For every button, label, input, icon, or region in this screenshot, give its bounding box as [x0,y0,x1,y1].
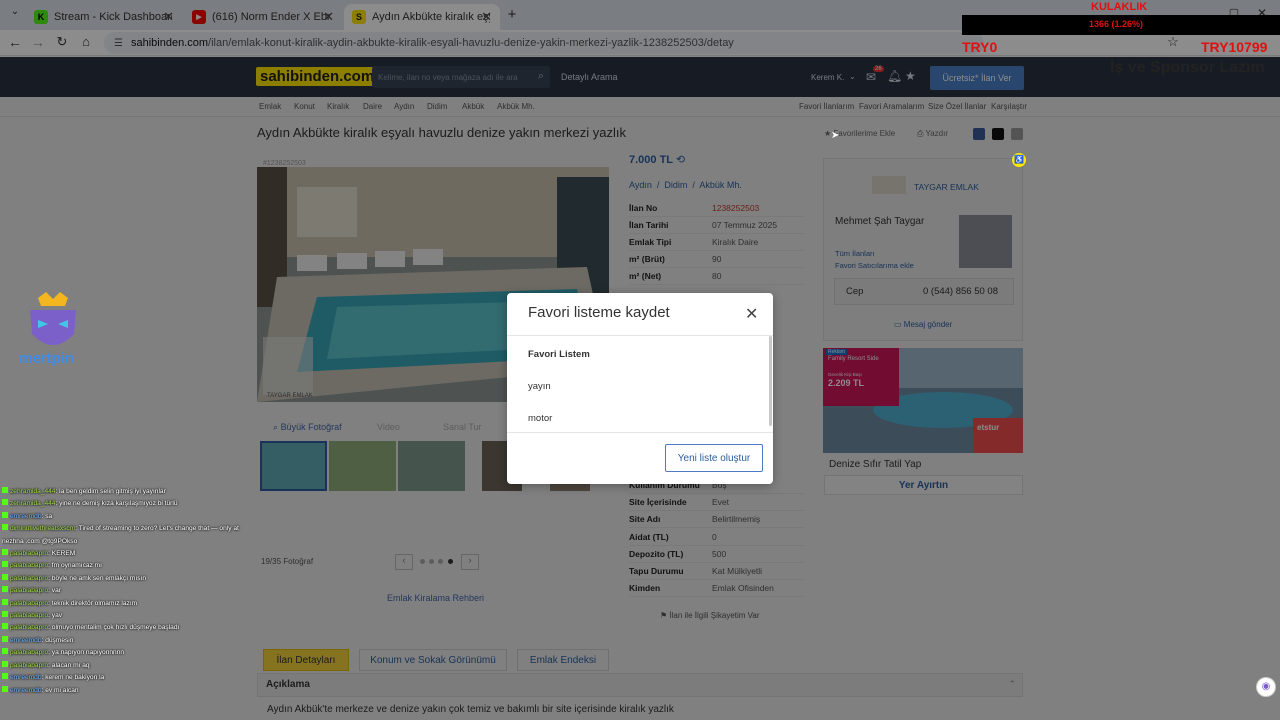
kick-badge-icon [2,635,8,642]
chat-username[interactable]: emreemdb [10,674,42,681]
kick-badge-icon [2,685,8,692]
chat-text: : sa [41,512,53,520]
list-item[interactable]: motor [528,413,552,424]
mertpin-logo: mertpin [16,290,90,374]
chat-username[interactable]: palabiabapro [10,575,48,582]
chat-text: : yav [48,612,63,620]
chat-message: palabiabapro: böyle ne amk sen emlakçı m… [2,573,260,585]
chat-username[interactable]: palabiabapro [10,612,48,619]
app-window: ⌄ K Stream - Kick Dashboard ✕ ▶ (616) No… [0,0,1280,720]
kick-badge-icon [2,623,8,630]
assistant-fab-icon[interactable]: ◉ [1256,677,1276,697]
chat-username[interactable]: zehramida_444 [10,500,55,507]
chat-message: palabiabapro: fm oynamıcaz mı [2,560,260,572]
chat-username[interactable]: palabiabapro [10,624,48,631]
chat-message: diminutivethreatsxscm: Tired of streamin… [2,523,260,548]
chat-username[interactable]: palabiabapro [10,562,48,569]
chat-text: : düşmesin [41,636,74,644]
chat-message: emreemdb: düşmesin [2,635,260,647]
chat-text: : böyle ne amk sen emlakçı mısın [48,574,146,582]
chat-username[interactable]: zehramida_444 [10,488,55,495]
chat-message: zehramida_444: yine ne demiş kıza karşıl… [2,498,260,510]
chat-text: : fm oynamıcaz mı [48,562,103,570]
chat-message: zehramida_444: la ben geldim selin gitmi… [2,486,260,498]
create-list-button[interactable]: Yeni liste oluştur [665,444,763,472]
sponsor-banner: İş ve Sponsor Lazım [1110,59,1265,76]
accessibility-icon[interactable]: ♿ [1012,153,1026,167]
stream-chat: zehramida_444: la ben geldim selin gitmi… [2,486,260,697]
headphone-label: KULAKLIK [1091,1,1148,13]
chat-text: : alacan mı aq [48,661,90,669]
chat-message: palabiabapro: KEREM [2,548,260,560]
chat-text: : kerem ne bakiyon la [41,674,105,682]
list-item[interactable]: Favori Listem [528,349,590,360]
kick-badge-icon [2,648,8,655]
chat-message: palabiabapro: ya napıyon napıyonnnnn [2,647,260,659]
close-icon[interactable]: ✕ [745,304,758,324]
donation-total: TRY10799 [1201,39,1268,55]
kick-badge-icon [2,561,8,568]
chat-username[interactable]: emreemdb [10,637,42,644]
kick-badge-icon [2,673,8,680]
kick-badge-icon [2,573,8,580]
chat-username[interactable]: palabiabapro [10,550,48,557]
kick-badge-icon [2,586,8,593]
mertpin-wordmark: mertpin [19,350,75,367]
kick-badge-icon [2,598,8,605]
chat-message: palabiabapro: alacan mı aq [2,660,260,672]
kick-badge-icon [2,487,8,493]
chat-username[interactable]: palabiabapro [10,662,48,669]
kick-badge-icon [2,511,8,518]
mouse-cursor: ➤ [831,130,840,141]
chat-message: palabiabapro: teknik direktör olmamız la… [2,598,260,610]
chat-username[interactable]: emreemdb [10,513,42,520]
chat-text: : teknik direktör olmamız lazım [48,599,138,607]
chat-username[interactable]: emreemdb [10,687,42,694]
chat-text: : var [48,587,61,595]
kick-badge-icon [2,611,8,618]
chat-username[interactable]: palabiabapro [10,600,48,607]
dialog-title: Favori listeme kaydet [528,304,670,321]
kick-badge-icon [2,549,8,556]
chat-message: palabiabapro: olmuyo mentalim çok hızlı … [2,622,260,634]
favorite-list-dialog: Favori listeme kaydet ✕ Favori Listem ya… [507,293,773,484]
chat-text: : KEREM [48,550,76,558]
chat-message: emreemdb: ev mi alcan [2,685,260,697]
kick-badge-icon [2,499,8,506]
chat-text: : ev mi alcan [41,686,79,694]
chat-message: emreemdb: sa [2,511,260,523]
chat-text: : la ben geldim selin gitmiş iyi yayınla… [55,488,166,495]
kick-badge-icon [2,660,8,667]
chat-message: emreemdb: kerem ne bakiyon la [2,672,260,684]
chat-text: : ya napıyon napıyonnnnn [48,649,125,657]
favorite-lists: Favori Listem yayın motor [507,335,773,433]
chat-message: palabiabapro: yav [2,610,260,622]
ticker-value: 1366 (1.26%) [1089,19,1144,29]
chat-text: : olmuyo mentalim çok hızlı düşmeye başl… [48,624,180,632]
chat-text: : yine ne demiş kıza karşılaşmıyoz bi tü… [55,500,178,508]
chat-message: palabiabapro: var [2,585,260,597]
donation-try0: TRY0 [962,39,998,55]
list-scrollbar[interactable] [769,336,772,426]
list-item[interactable]: yayın [528,381,551,392]
chat-username[interactable]: palabiabapro [10,649,48,656]
kick-badge-icon [2,524,8,531]
chat-username[interactable]: palabiabapro [10,587,48,594]
chat-username[interactable]: diminutivethreatsxscm [10,525,75,532]
